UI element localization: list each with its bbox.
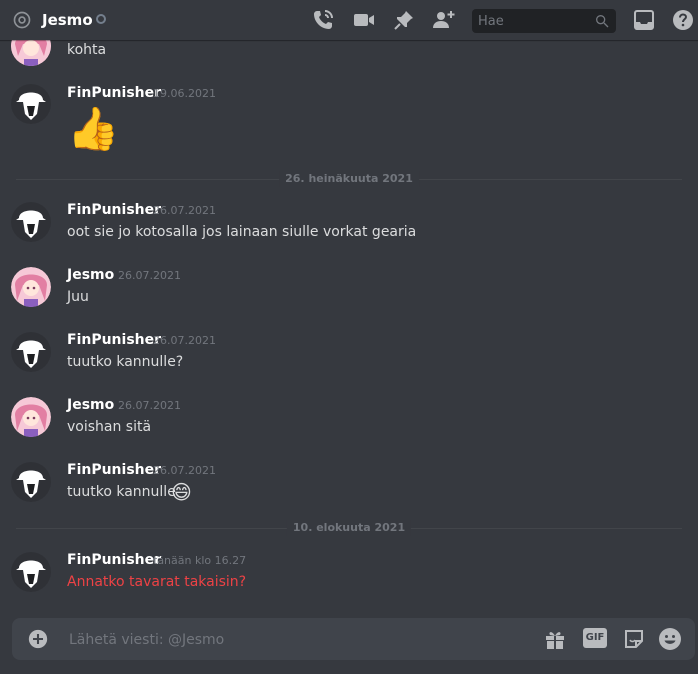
message-author[interactable]: FinPunisher — [67, 331, 161, 349]
message-composer[interactable]: GIF — [12, 618, 695, 662]
offline-status-icon — [96, 14, 106, 24]
date-divider-label: 10. elokuuta 2021 — [286, 520, 412, 536]
message-timestamp: tänään klo 16.27 — [153, 554, 247, 567]
channel-title: Jesmo — [42, 11, 93, 29]
add-attachment-icon[interactable] — [28, 629, 48, 649]
message-timestamp: 26.07.2021 — [153, 334, 216, 347]
avatar — [11, 397, 51, 437]
message-author[interactable]: FinPunisher — [67, 551, 161, 569]
message-list[interactable]: kohta FinPunisher 19.06.2021 👍 26. heinä… — [0, 40, 698, 608]
message-author[interactable]: Jesmo — [67, 266, 114, 284]
add-friend-icon[interactable] — [432, 8, 456, 32]
avatar — [11, 202, 51, 242]
message-author[interactable]: FinPunisher — [67, 461, 161, 479]
message-author[interactable]: FinPunisher — [67, 84, 161, 102]
avatar — [11, 462, 51, 502]
avatar — [11, 40, 51, 66]
channel-header: Jesmo — [0, 0, 698, 40]
help-icon[interactable] — [671, 8, 695, 32]
message-timestamp: 26.07.2021 — [153, 204, 216, 217]
message-author[interactable]: Jesmo — [67, 396, 114, 414]
emoji-picker-icon[interactable] — [658, 627, 682, 651]
message-text: Annatko tavarat takaisin? — [67, 574, 247, 590]
sticker-icon[interactable] — [622, 627, 646, 651]
voice-call-icon[interactable] — [311, 8, 335, 32]
video-call-icon[interactable] — [352, 8, 376, 32]
message-timestamp: 26.07.2021 — [118, 269, 181, 282]
message-text: Juu — [67, 289, 89, 305]
avatar — [11, 552, 51, 592]
message-text: tuutko kannulle? — [67, 354, 184, 370]
message-timestamp: 19.06.2021 — [153, 87, 216, 100]
search-icon — [596, 14, 609, 28]
pin-icon[interactable] — [392, 8, 416, 32]
search-input[interactable] — [472, 9, 594, 33]
message-author[interactable]: FinPunisher — [67, 201, 161, 219]
avatar — [11, 84, 51, 124]
gif-button[interactable]: GIF — [583, 628, 607, 648]
date-divider: 26. heinäkuuta 2021 — [16, 171, 682, 187]
message-emoji: 😄 — [171, 480, 192, 504]
date-divider-label: 26. heinäkuuta 2021 — [279, 171, 419, 187]
message-emoji: 👍 — [67, 104, 120, 153]
avatar — [11, 267, 51, 307]
avatar — [11, 332, 51, 372]
message-timestamp: 26.07.2021 — [153, 464, 216, 477]
inbox-icon[interactable] — [632, 8, 656, 32]
message-text: kohta — [67, 42, 107, 58]
date-divider: 10. elokuuta 2021 — [16, 520, 682, 536]
message-timestamp: 26.07.2021 — [118, 399, 181, 412]
message-input[interactable] — [67, 618, 531, 662]
message-text: tuutko kannulle — [67, 484, 176, 500]
message-text: oot sie jo kotosalla jos lainaan siulle … — [67, 224, 417, 240]
search-box[interactable] — [472, 9, 616, 33]
gift-icon[interactable] — [543, 627, 567, 651]
at-sign-icon — [13, 11, 31, 29]
message-text: voishan sitä — [67, 419, 152, 435]
